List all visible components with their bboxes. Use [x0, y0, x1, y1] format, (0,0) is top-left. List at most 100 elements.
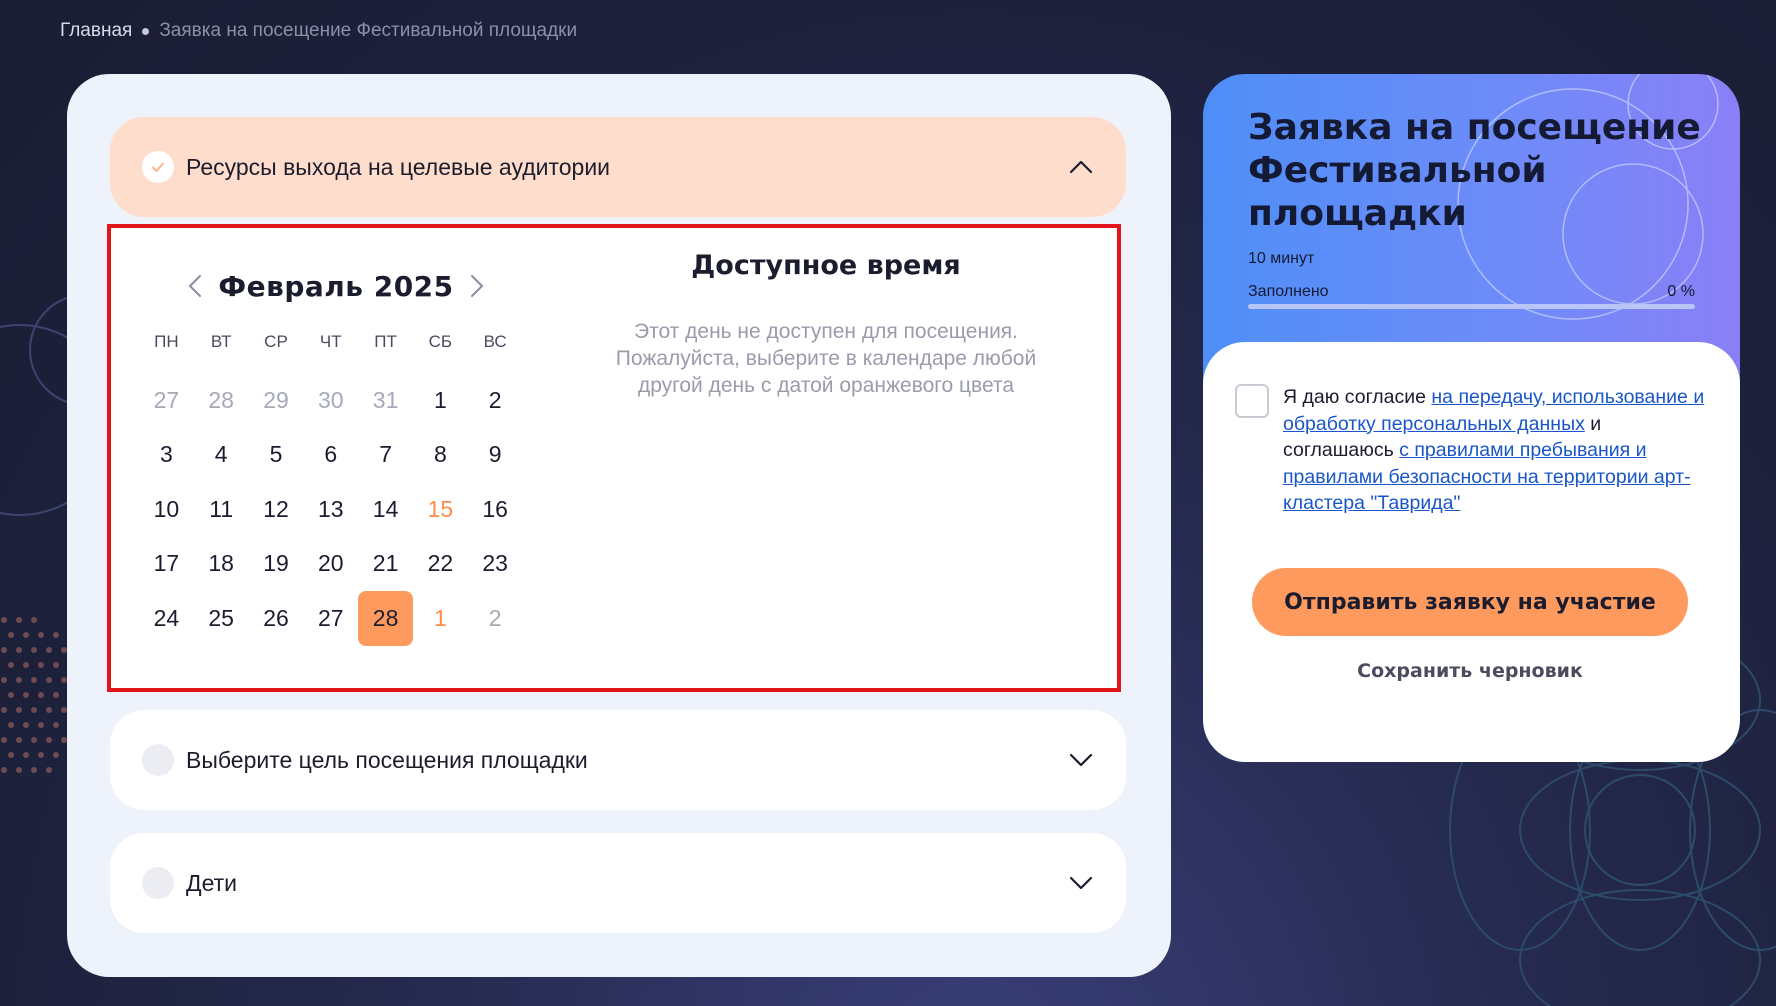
calendar-day[interactable]: 16 [468, 482, 523, 537]
calendar-day[interactable]: 27 [139, 373, 194, 428]
chevron-up-icon[interactable] [1068, 154, 1094, 180]
calendar-day[interactable]: 5 [249, 428, 304, 483]
calendar-day[interactable]: 4 [194, 428, 249, 483]
calendar-day[interactable]: 1 [413, 591, 468, 646]
calendar-day[interactable]: 21 [358, 537, 413, 592]
calendar-day[interactable]: 1 [413, 373, 468, 428]
consent-checkbox[interactable] [1235, 384, 1269, 418]
chevron-down-icon[interactable] [1068, 747, 1094, 773]
accordion-children-label: Дети [186, 869, 237, 896]
calendar-day[interactable]: 2 [468, 591, 523, 646]
step-status-circle [142, 867, 174, 899]
calendar-day[interactable]: 29 [249, 373, 304, 428]
decor-dot [53, 722, 59, 728]
calendar-day[interactable]: 15 [413, 482, 468, 537]
weekday-label: ПН [154, 332, 179, 351]
progress-bar [1248, 304, 1695, 309]
calendar-days: 27 28 29 30 31 1 2 3 4 5 6 7 8 9 10 11 12 13 14 15 16 17 18 19 2… [139, 373, 523, 646]
calendar-day[interactable]: 31 [358, 373, 413, 428]
available-time-title: Доступное время [691, 250, 961, 281]
calendar-day[interactable]: 6 [303, 428, 358, 483]
calendar-day[interactable]: 27 [303, 591, 358, 646]
decor-dot [23, 722, 29, 728]
decor-dot [16, 707, 22, 713]
application-summary-card: Заявка на посещение Фестивальной площадк… [1203, 74, 1740, 762]
calendar-day[interactable]: 28 [194, 373, 249, 428]
decor-dot [23, 752, 29, 758]
decor-dot [31, 767, 37, 773]
decor-dot [38, 692, 44, 698]
decor-dot [8, 662, 14, 668]
weekday-label: СБ [428, 332, 453, 351]
calendar-day-selected[interactable]: 28 [358, 591, 413, 646]
decor-dot [1, 617, 7, 623]
breadcrumb-current: Заявка на посещение Фестивальной площадк… [159, 20, 578, 41]
calendar-day[interactable]: 22 [413, 537, 468, 592]
calendar-day[interactable]: 7 [358, 428, 413, 483]
calendar-navigation: Февраль 2025 [181, 258, 491, 314]
chevron-down-icon[interactable] [1068, 870, 1094, 896]
summary-title: Заявка на посещение Фестивальной площадк… [1248, 107, 1701, 234]
calendar-day[interactable]: 2 [468, 373, 523, 428]
decor-dot [46, 767, 52, 773]
calendar-day[interactable]: 18 [194, 537, 249, 592]
calendar-week-row: 17 18 19 20 21 22 23 [139, 537, 523, 592]
calendar-day[interactable]: 20 [303, 537, 358, 592]
accordion-purpose-header[interactable]: Выберите цель посещения площадки [110, 710, 1126, 810]
calendar-day[interactable]: 30 [303, 373, 358, 428]
calendar-week-row: 27 28 29 30 31 1 2 [139, 373, 523, 428]
decor-dot [46, 707, 52, 713]
decor-dot [8, 752, 14, 758]
accordion-resources-label: Ресурсы выхода на целевые аудитории [186, 153, 611, 180]
decor-dot [16, 767, 22, 773]
calendar-day[interactable]: 17 [139, 537, 194, 592]
completed-check-icon [142, 151, 174, 183]
calendar-day[interactable]: 12 [249, 482, 304, 537]
decor-dot [16, 737, 22, 743]
calendar-day[interactable]: 9 [468, 428, 523, 483]
accordion-resources-header[interactable]: Ресурсы выхода на целевые аудитории [110, 117, 1126, 217]
save-draft-button[interactable]: Сохранить черновик [1252, 660, 1688, 682]
accordion-children-header[interactable]: Дети [110, 833, 1126, 933]
decor-dot [46, 647, 52, 653]
breadcrumb-separator [142, 27, 150, 35]
previous-month-icon[interactable] [181, 272, 209, 300]
decor-dot [8, 722, 14, 728]
calendar-week-row: 10 11 12 13 14 15 16 [139, 482, 523, 537]
calendar-day[interactable]: 13 [303, 482, 358, 537]
weekday-label: ВТ [210, 332, 232, 351]
decor-dot [31, 737, 37, 743]
calendar-day[interactable]: 8 [413, 428, 468, 483]
calendar-day[interactable]: 25 [194, 591, 249, 646]
decor-dot [53, 752, 59, 758]
calendar-week-row: 24 25 26 27 28 1 2 [139, 591, 523, 646]
decor-dot [23, 632, 29, 638]
calendar-day[interactable]: 23 [468, 537, 523, 592]
calendar-day[interactable]: 24 [139, 591, 194, 646]
breadcrumb-home-link[interactable]: Главная [60, 20, 132, 42]
calendar-day[interactable]: 11 [194, 482, 249, 537]
decor-dot [38, 722, 44, 728]
decor-dot [53, 662, 59, 668]
next-month-icon[interactable] [463, 272, 491, 300]
date-picker-panel: Февраль 2025 ПН ВТ СР ЧТ ПТ СБ ВС 27 28 29… [107, 224, 1121, 692]
calendar-day[interactable]: 26 [249, 591, 304, 646]
decor-dot [16, 677, 22, 683]
submit-application-button[interactable]: Отправить заявку на участие [1252, 568, 1688, 636]
calendar-month-title: Февраль 2025 [218, 269, 454, 303]
decor-dot [1, 677, 7, 683]
weekday-label: ВС [483, 332, 507, 351]
decor-dot [23, 692, 29, 698]
consent-block: Я даю согласие на передачу, использовани… [1235, 384, 1705, 517]
decor-dot [31, 647, 37, 653]
decor-dot [1, 767, 7, 773]
calendar-day[interactable]: 14 [358, 482, 413, 537]
weekday-label: СР [264, 332, 288, 351]
decor-dot [53, 692, 59, 698]
calendar-grid: ПН ВТ СР ЧТ ПТ СБ ВС 27 28 29 30 31 1 2 3 4 5 6 7 8 9… [139, 326, 523, 646]
calendar-day[interactable]: 10 [139, 482, 194, 537]
calendar-day[interactable]: 19 [249, 537, 304, 592]
decor-dot [53, 632, 59, 638]
decor-dot [31, 707, 37, 713]
calendar-day[interactable]: 3 [139, 428, 194, 483]
